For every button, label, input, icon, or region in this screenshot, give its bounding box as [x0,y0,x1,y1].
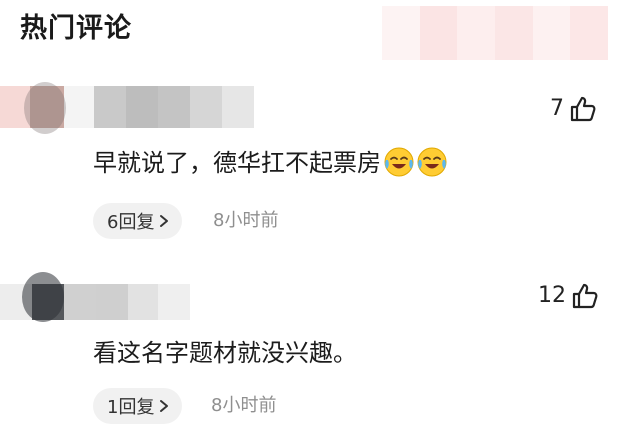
thumbs-up-icon [572,283,598,309]
replies-label: 1回复 [107,397,155,418]
thumbs-up-icon [570,96,596,122]
blurred-header-strip [382,6,609,60]
crying-laughing-emoji [417,147,447,177]
avatar[interactable] [22,272,64,322]
hot-comments-page: 热门评论 7 早就说了，德华扛不起票房 6回复 8小时前 12 看这名字题材就没… [0,0,640,446]
like-button[interactable]: 12 [538,279,600,313]
like-count: 7 [550,96,564,121]
comment-text: 早就说了，德华扛不起票房 [93,146,448,180]
replies-label: 6回复 [107,212,155,233]
comment-body: 早就说了，德华扛不起票房 [93,149,381,177]
comment-body: 看这名字题材就没兴趣。 [93,339,357,367]
avatar[interactable] [24,82,66,134]
section-title: 热门评论 [20,13,132,44]
timestamp: 8小时前 [213,210,279,231]
chevron-right-icon [160,400,169,412]
emoji-group [383,146,448,178]
chevron-right-icon [160,215,169,227]
replies-button[interactable]: 1回复 [93,388,183,424]
timestamp: 8小时前 [211,395,277,416]
crying-laughing-emoji [384,147,414,177]
replies-button[interactable]: 6回复 [93,203,183,239]
like-button[interactable]: 7 [550,92,598,126]
comment-text: 看这名字题材就没兴趣。 [93,336,357,370]
like-count: 12 [538,283,566,308]
